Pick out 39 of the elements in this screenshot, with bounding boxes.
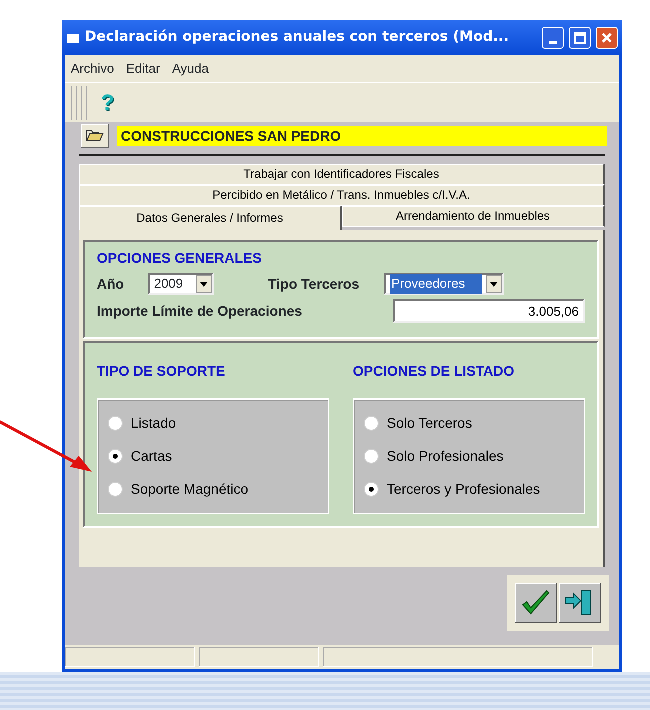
folder-icon	[86, 130, 104, 142]
radio-option[interactable]: Listado	[108, 413, 318, 434]
menu-item[interactable]: Editar	[126, 58, 160, 78]
radio-option[interactable]: Terceros y Profesionales	[364, 479, 574, 500]
close-icon	[601, 32, 613, 44]
radio-option[interactable]: Soporte Magnético	[108, 479, 318, 500]
field-label: Tipo Terceros	[268, 274, 360, 294]
maximize-button[interactable]	[569, 26, 591, 48]
dropdown[interactable]: 2009	[148, 273, 214, 295]
caret-icon	[490, 282, 498, 286]
radio-option[interactable]: Cartas	[108, 446, 318, 467]
company-name: CONSTRUCCIONES SAN PEDRO	[117, 126, 607, 146]
caret-icon	[200, 282, 208, 286]
field-label: Importe Límite de Operaciones	[97, 302, 302, 321]
dropdown[interactable]: Proveedores	[384, 273, 504, 295]
tab[interactable]: Datos Generales / Informes	[79, 206, 342, 230]
section-title: OPCIONES GENERALES	[97, 249, 263, 268]
accept-button[interactable]	[515, 583, 557, 623]
minimize-button[interactable]	[542, 26, 564, 48]
checkmark-icon	[520, 589, 552, 617]
tab[interactable]: Arrendamiento de Inmuebles	[342, 206, 605, 227]
tab[interactable]: Trabajar con Identificadores Fiscales	[79, 164, 605, 185]
folder-button[interactable]	[81, 124, 109, 148]
radio-option[interactable]: Solo Profesionales	[364, 446, 574, 467]
window-icon	[66, 32, 80, 44]
menu-item[interactable]: Ayuda	[172, 58, 209, 78]
section-title: TIPO DE SOPORTE	[97, 362, 226, 381]
amount-field[interactable]: 3.005,06	[393, 299, 585, 323]
maximize-icon	[574, 32, 586, 44]
section-title: OPCIONES DE LISTADO	[353, 362, 516, 381]
exit-button[interactable]	[559, 583, 601, 623]
window-title: Declaración operaciones anuales con terceros (Mod...	[85, 28, 510, 47]
field-label: Año	[97, 274, 124, 294]
close-button[interactable]	[596, 26, 618, 48]
tab[interactable]: Percibido en Metálico / Trans. Inmuebles c/I.V.A.	[79, 185, 605, 206]
menu-item[interactable]: Archivo	[71, 58, 114, 78]
radio-option[interactable]: Solo Terceros	[364, 413, 574, 434]
toolbar-grip	[71, 86, 87, 120]
minimize-icon	[549, 41, 557, 44]
